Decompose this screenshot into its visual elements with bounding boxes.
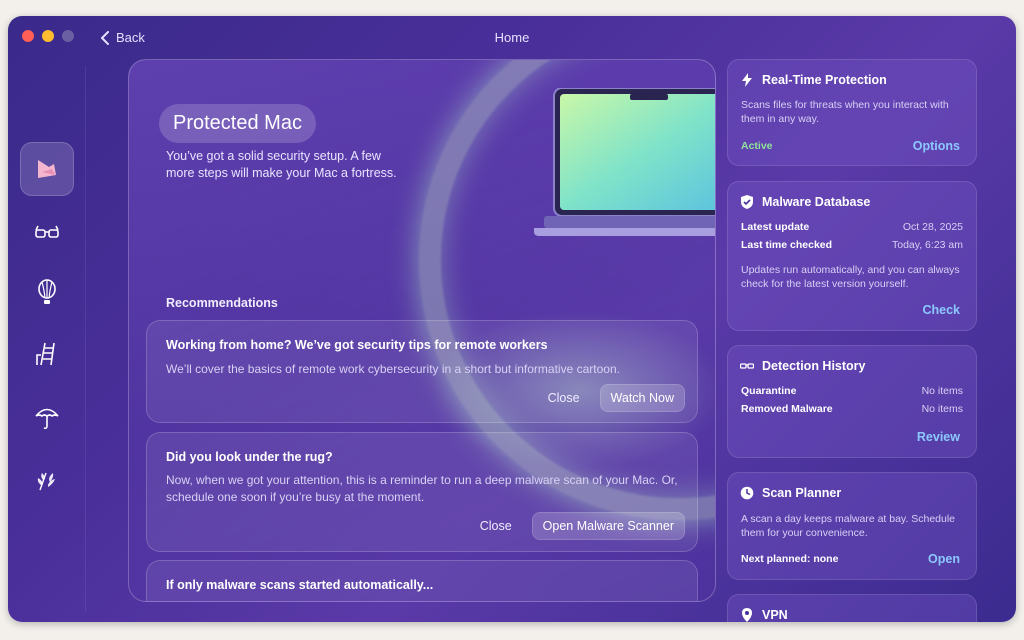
lightning-icon bbox=[742, 73, 752, 87]
recommendation-card: Working from home? We’ve got security ti… bbox=[146, 320, 698, 423]
watch-now-button[interactable]: Watch Now bbox=[599, 384, 685, 412]
app-window: Back Home Protected Mac You’ve got a sol… bbox=[8, 16, 1016, 622]
info-value: Today, 6:23 am bbox=[891, 239, 963, 251]
recommendation-title: Working from home? We’ve got security ti… bbox=[166, 338, 548, 352]
detection-history-card: Detection History Quarantine No items Re… bbox=[727, 345, 977, 458]
sidebar-item-privacy[interactable] bbox=[20, 206, 74, 260]
malware-database-card: Malware Database Latest update Oct 28, 2… bbox=[727, 181, 977, 331]
protection-summary: You’ve got a solid security setup. A few… bbox=[166, 149, 397, 180]
recommendations-heading: Recommendations bbox=[166, 296, 278, 310]
shield-flag-icon bbox=[38, 160, 56, 178]
card-description: Updates run automatically, and you can a… bbox=[741, 264, 960, 290]
recommendation-body: Now, when we got your attention, this is… bbox=[166, 473, 678, 504]
sidebar-item-protection[interactable] bbox=[20, 390, 74, 444]
location-pin-icon bbox=[742, 608, 752, 622]
back-label: Back bbox=[116, 30, 145, 45]
clock-icon bbox=[740, 486, 754, 500]
review-button[interactable]: Review bbox=[917, 430, 960, 444]
scan-planner-card: Scan Planner A scan a day keeps malware … bbox=[727, 472, 977, 580]
sidebar-item-cleanup[interactable] bbox=[20, 326, 74, 380]
realtime-protection-card: Real-Time Protection Scans files for thr… bbox=[727, 59, 977, 166]
umbrella-icon bbox=[35, 408, 59, 430]
info-label: Quarantine bbox=[741, 385, 797, 397]
leaves-icon bbox=[37, 472, 55, 491]
shield-check-icon bbox=[741, 195, 753, 209]
sidebar bbox=[8, 56, 86, 622]
card-title: Detection History bbox=[762, 359, 866, 373]
window-title: Home bbox=[494, 30, 530, 45]
laptop-illustration bbox=[534, 88, 715, 236]
glasses-icon bbox=[35, 225, 59, 238]
info-label: Last time checked bbox=[741, 239, 833, 251]
info-value: Oct 28, 2025 bbox=[902, 221, 963, 233]
close-recommendation-button[interactable]: Close bbox=[540, 385, 588, 411]
card-description: A scan a day keeps malware at bay. Sched… bbox=[741, 513, 956, 539]
sidebar-item-home[interactable] bbox=[20, 142, 74, 196]
glasses-icon bbox=[740, 363, 754, 369]
overview-card: Protected Mac You’ve got a solid securit… bbox=[128, 59, 716, 602]
check-button[interactable]: Check bbox=[922, 303, 960, 317]
card-title: Scan Planner bbox=[762, 486, 842, 500]
info-row: Quarantine No items bbox=[741, 385, 963, 397]
next-scan-label: Next planned: none bbox=[741, 553, 839, 565]
info-row: Latest update Oct 28, 2025 bbox=[741, 221, 963, 233]
vpn-card: VPN bbox=[727, 594, 977, 622]
sidebar-item-performance[interactable] bbox=[20, 265, 74, 319]
status-badge: Active bbox=[741, 140, 773, 152]
recommendation-body: We’ll cover the basics of remote work cy… bbox=[166, 362, 620, 376]
card-title: VPN bbox=[762, 608, 788, 622]
minimize-window-button[interactable] bbox=[42, 30, 54, 42]
info-value: No items bbox=[921, 385, 963, 397]
recommendation-title: If only malware scans started automatica… bbox=[166, 578, 434, 592]
recommendation-title: Did you look under the rug? bbox=[166, 450, 333, 464]
recommendation-card: If only malware scans started automatica… bbox=[146, 560, 698, 601]
card-title: Real-Time Protection bbox=[762, 73, 887, 87]
sidebar-divider bbox=[85, 66, 86, 612]
info-label: Removed Malware bbox=[741, 403, 833, 415]
protection-status-title: Protected Mac bbox=[159, 104, 316, 143]
zoom-window-button[interactable] bbox=[62, 30, 74, 42]
info-label: Latest update bbox=[741, 221, 810, 233]
card-title: Malware Database bbox=[762, 195, 871, 209]
open-planner-button[interactable]: Open bbox=[928, 552, 960, 566]
recommendation-card: Did you look under the rug? Now, when we… bbox=[146, 432, 698, 552]
close-recommendation-button[interactable]: Close bbox=[472, 513, 520, 539]
close-window-button[interactable] bbox=[22, 30, 34, 42]
options-button[interactable]: Options bbox=[913, 139, 960, 153]
open-malware-scanner-button[interactable]: Open Malware Scanner bbox=[531, 512, 685, 540]
chevron-left-icon bbox=[101, 30, 109, 45]
balloon-icon bbox=[38, 279, 56, 304]
info-row: Last time checked Today, 6:23 am bbox=[741, 239, 963, 251]
card-description: Scans files for threats when you interac… bbox=[741, 99, 949, 125]
window-controls bbox=[22, 30, 74, 42]
ladder-icon bbox=[36, 342, 55, 366]
info-row: Removed Malware No items bbox=[741, 403, 963, 415]
sidebar-item-applications[interactable] bbox=[20, 452, 74, 506]
back-button[interactable]: Back bbox=[100, 30, 145, 45]
info-value: No items bbox=[921, 403, 963, 415]
